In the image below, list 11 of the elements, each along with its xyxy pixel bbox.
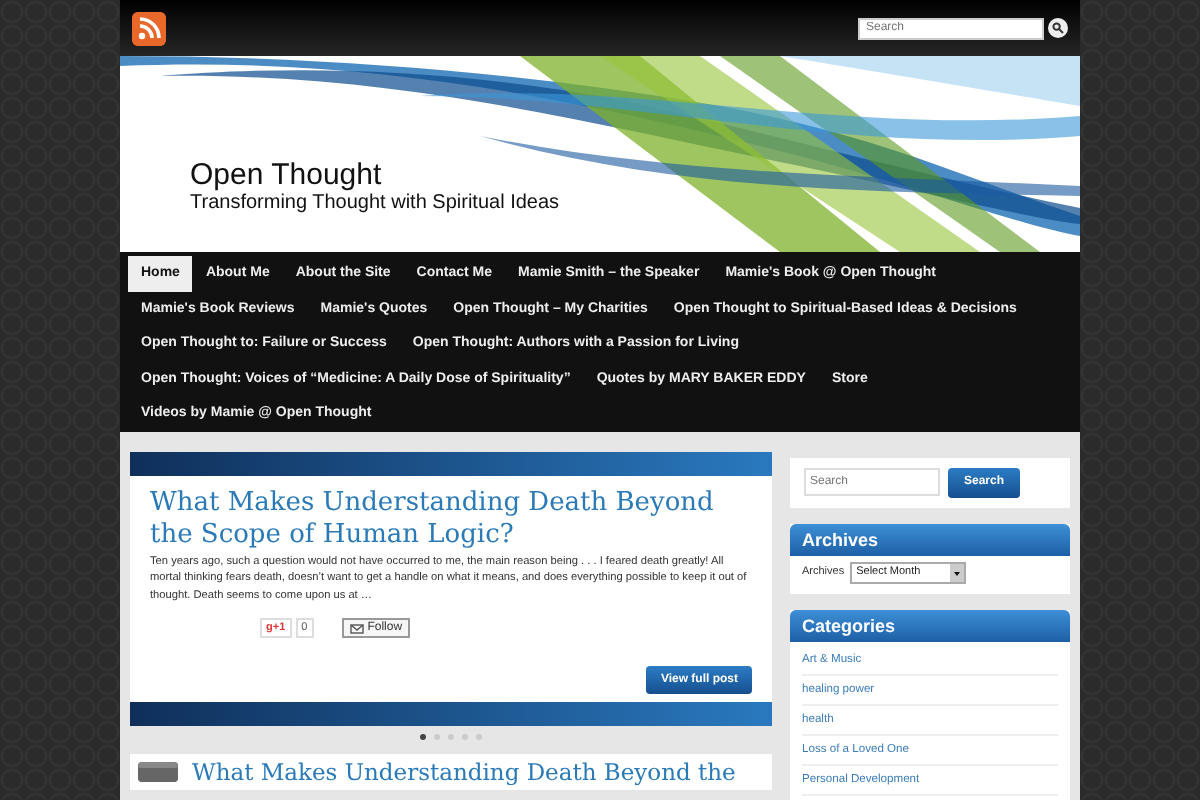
mail-icon [349,623,364,633]
search-icon [1052,22,1064,34]
site-title[interactable]: Open Thought [190,158,560,192]
slide-dot[interactable] [420,734,426,740]
widget-title: Categories [790,609,1070,641]
widget-title: Archives [790,523,1070,555]
site-tagline: Transforming Thought with Spiritual Ideas [190,192,560,216]
date-badge-icon [138,762,178,782]
rss-icon[interactable] [132,11,166,45]
search-button[interactable] [1048,18,1068,38]
post-title[interactable]: What Makes Understanding Death Beyond the Scope of Human Logic? [150,487,752,551]
